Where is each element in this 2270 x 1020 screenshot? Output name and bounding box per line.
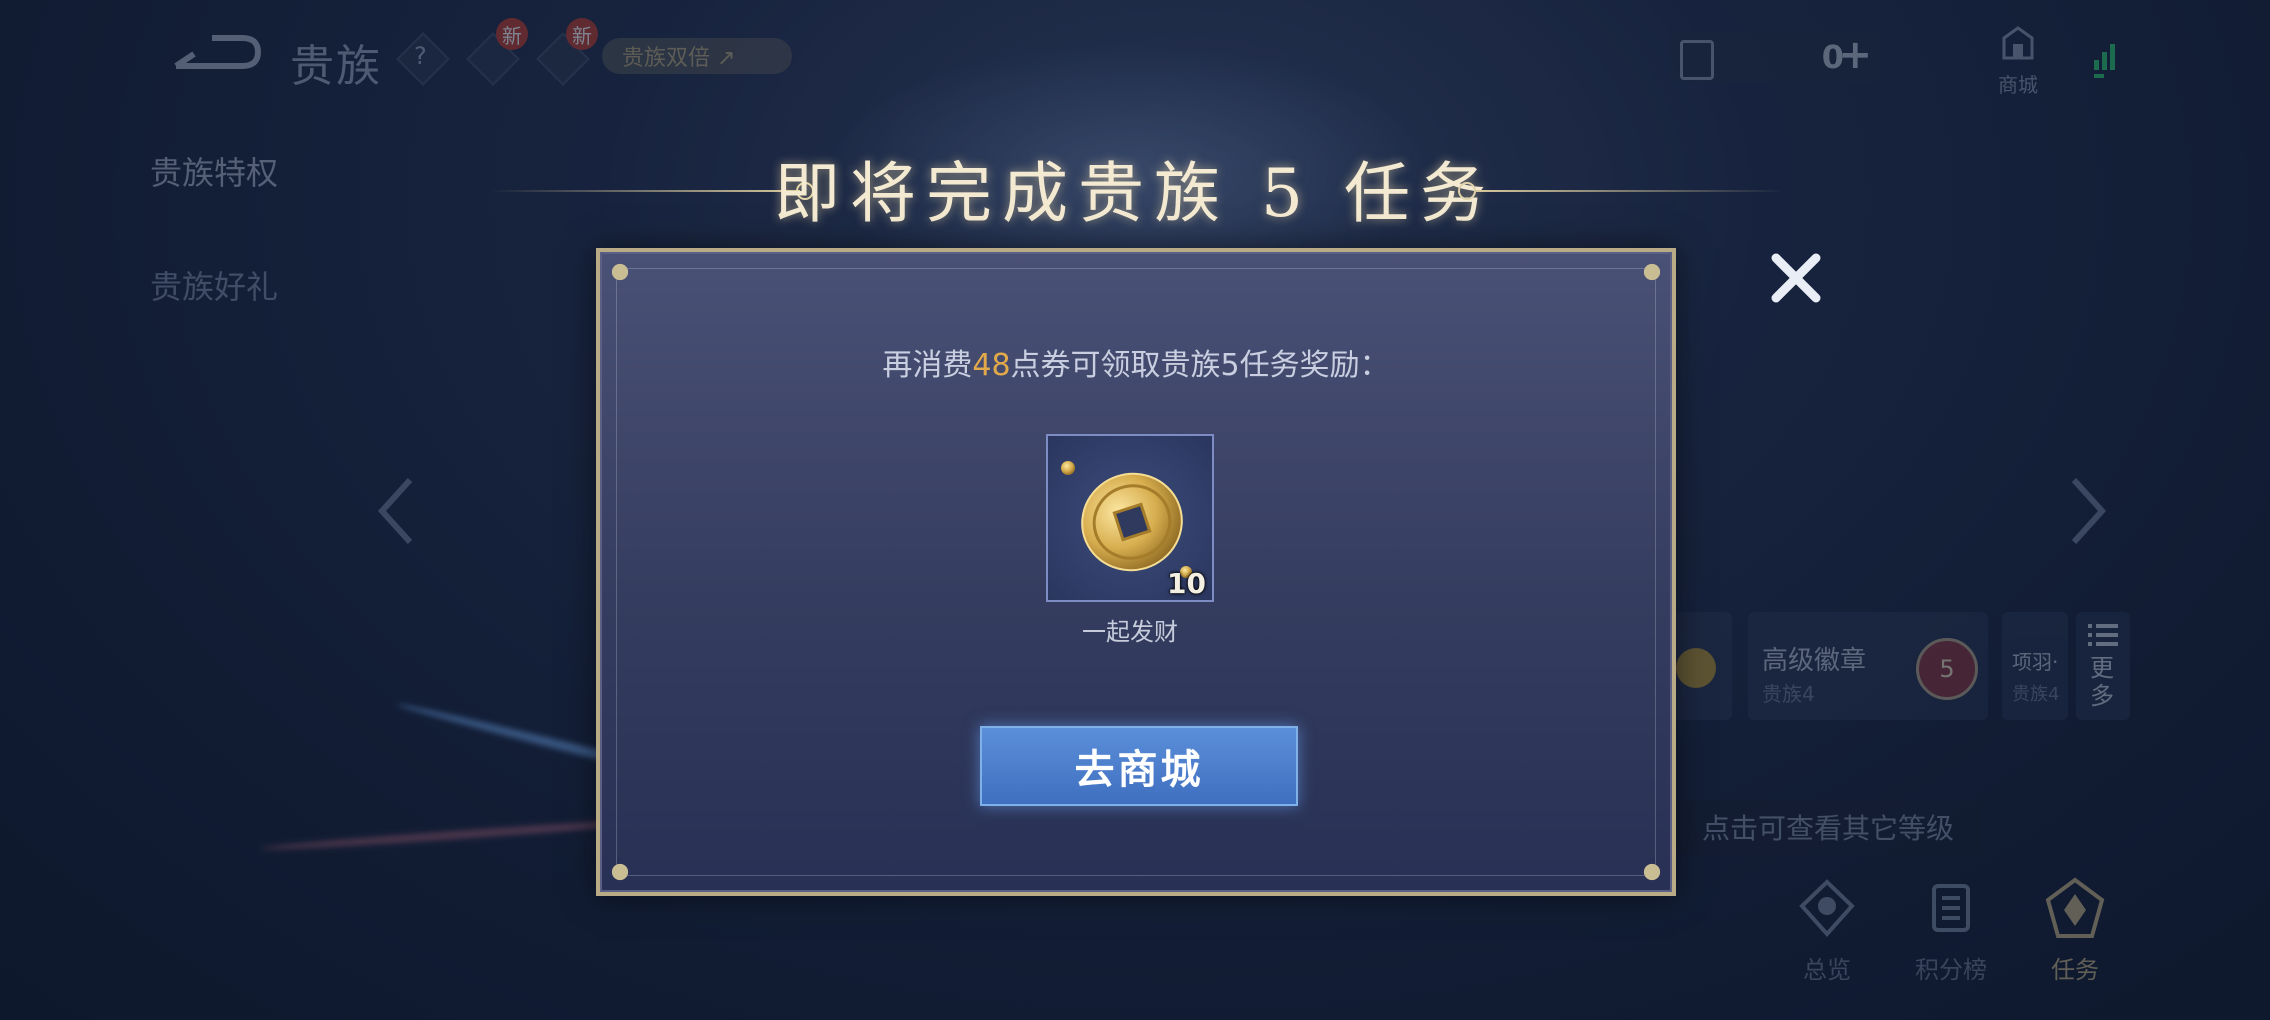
info-amount: 48 (972, 348, 1011, 383)
corner-ornament (1638, 858, 1666, 886)
go-shop-button[interactable]: 去商城 (980, 726, 1298, 806)
close-icon[interactable] (1764, 246, 1828, 310)
info-prefix: 再消费 (882, 348, 973, 383)
info-suffix: 点券可领取贵族5任务奖励： (1010, 348, 1390, 383)
task-modal: 再消费48点券可领取贵族5任务奖励： 10 一起发财 去商城 (596, 248, 1676, 896)
modal-heading: 即将完成贵族 5 任务 (774, 155, 1496, 232)
corner-ornament (1638, 258, 1666, 286)
corner-ornament (606, 258, 634, 286)
heading-divider-right (1474, 190, 1784, 192)
reward-count: 10 (1167, 567, 1206, 600)
reward-item[interactable]: 10 (1046, 434, 1214, 602)
corner-ornament (606, 858, 634, 886)
reward-name: 一起发财 (1082, 618, 1178, 646)
info-text: 再消费48点券可领取贵族5任务奖励： (600, 340, 1672, 384)
